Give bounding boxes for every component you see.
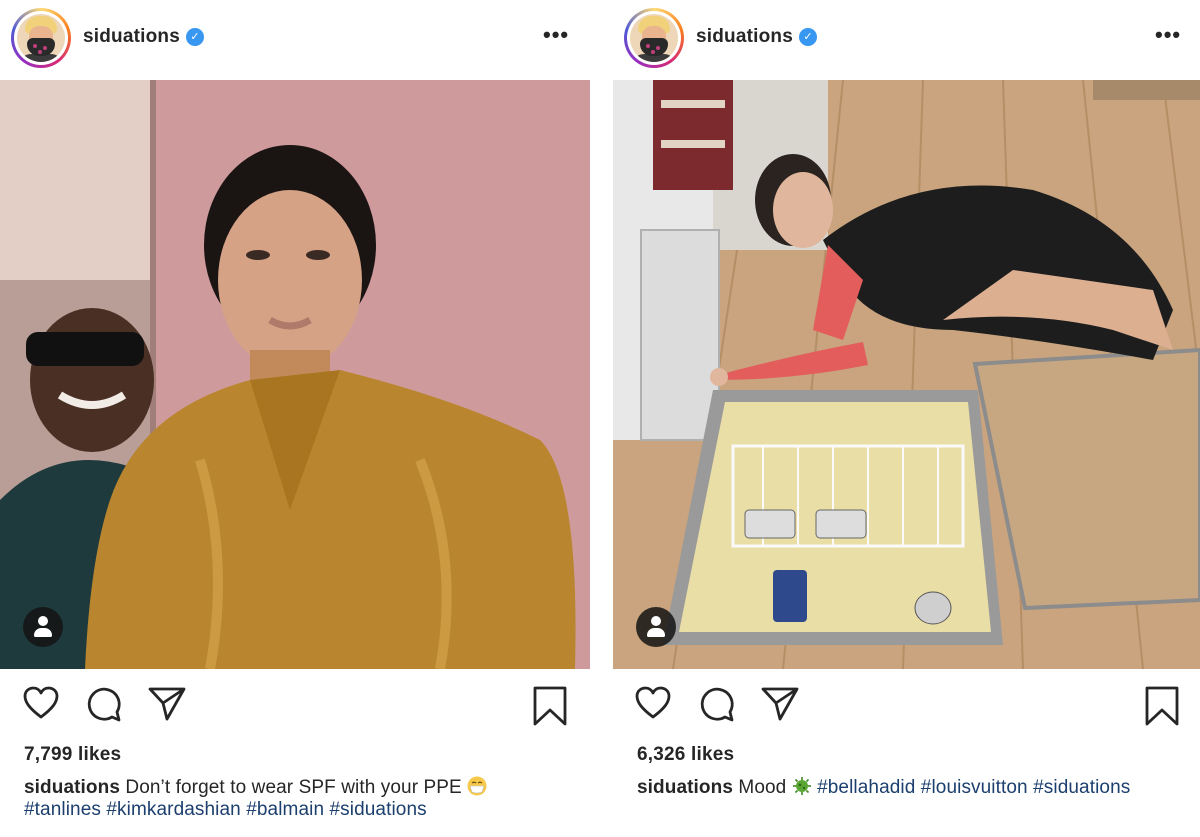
action-bar xyxy=(0,686,590,730)
username-link[interactable]: siduations xyxy=(83,26,180,48)
microbe-emoji-icon xyxy=(792,776,812,796)
post-caption: siduations Don’t forget to wear SPF with… xyxy=(24,776,584,821)
hashtag-link[interactable]: #balmain xyxy=(246,799,324,820)
more-options-icon[interactable]: ••• xyxy=(1155,22,1181,48)
username-link[interactable]: siduations xyxy=(696,26,793,48)
heart-icon[interactable] xyxy=(23,686,59,720)
post-caption: siduations Mood #bellahadid #louisvuitto… xyxy=(637,776,1197,799)
hashtag-link[interactable]: #tanlines xyxy=(24,799,101,820)
user-tag-icon[interactable] xyxy=(23,607,63,647)
share-icon[interactable] xyxy=(761,686,799,722)
post-photo[interactable] xyxy=(0,80,590,669)
heart-icon[interactable] xyxy=(635,686,671,720)
post-image xyxy=(613,80,1200,669)
likes-count[interactable]: 6,326 likes xyxy=(637,744,734,766)
post-image xyxy=(0,80,590,669)
hashtag-link[interactable]: #louisvuitton xyxy=(921,777,1028,798)
post-photo[interactable] xyxy=(613,80,1200,669)
hashtag-link[interactable]: #bellahadid xyxy=(817,777,915,798)
bookmark-icon[interactable] xyxy=(1145,686,1179,726)
caption-text: Mood xyxy=(733,777,792,798)
action-bar xyxy=(613,686,1200,730)
user-tag-icon[interactable] xyxy=(636,607,676,647)
hashtag-link[interactable]: #siduations xyxy=(330,799,427,820)
hashtag-link[interactable]: #siduations xyxy=(1033,777,1130,798)
post-2: siduations ✓ ••• 6,326 likes siduations … xyxy=(613,0,1200,837)
bookmark-icon[interactable] xyxy=(533,686,567,726)
more-options-icon[interactable]: ••• xyxy=(543,22,569,48)
caption-username[interactable]: siduations xyxy=(24,777,120,798)
post-header: siduations ✓ ••• xyxy=(613,0,1200,78)
hashtag-link[interactable]: #kimkardashian xyxy=(106,799,240,820)
caption-username[interactable]: siduations xyxy=(637,777,733,798)
share-icon[interactable] xyxy=(148,686,186,722)
verified-badge-icon: ✓ xyxy=(799,28,817,46)
comment-icon[interactable] xyxy=(86,686,122,722)
caption-text: Don’t forget to wear SPF with your PPE xyxy=(120,777,468,798)
profile-avatar[interactable] xyxy=(11,8,71,68)
medical-mask-emoji-icon xyxy=(467,776,487,796)
post-1: siduations ✓ ••• 7,799 likes siduations … xyxy=(0,0,590,837)
comment-icon[interactable] xyxy=(699,686,735,722)
verified-badge-icon: ✓ xyxy=(186,28,204,46)
likes-count[interactable]: 7,799 likes xyxy=(24,744,121,766)
profile-avatar[interactable] xyxy=(624,8,684,68)
post-header: siduations ✓ ••• xyxy=(0,0,590,78)
